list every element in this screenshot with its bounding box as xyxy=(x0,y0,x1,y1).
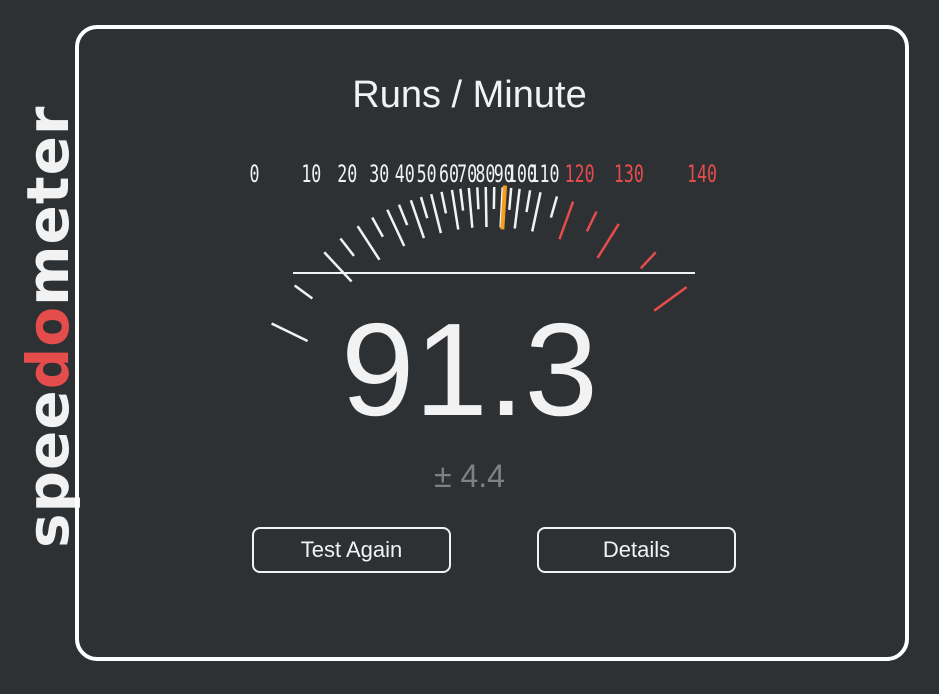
gauge-tick-label: 40 xyxy=(395,160,415,188)
gauge-minor-tick xyxy=(371,216,384,238)
gauge-major-tick xyxy=(596,223,620,259)
gauge-major-tick xyxy=(450,189,460,230)
gauge-tick-label: 120 xyxy=(565,160,595,188)
details-button[interactable]: Details xyxy=(537,527,736,573)
gauge-tick-label: 110 xyxy=(529,160,559,188)
gauge-tick-label: 60 xyxy=(439,160,459,188)
gauge-tick-label: 30 xyxy=(369,160,389,188)
gauge-minor-tick xyxy=(339,237,355,257)
gauge-tick-label: 50 xyxy=(417,160,437,188)
test-again-button[interactable]: Test Again xyxy=(252,527,451,573)
gauge-minor-tick xyxy=(639,251,657,270)
gauge-tick-label: 20 xyxy=(337,160,357,188)
gauge-minor-tick xyxy=(549,196,559,218)
gauge-tick-label: 80 xyxy=(475,160,495,188)
gauge-major-tick xyxy=(323,251,353,283)
gauge-major-tick xyxy=(356,225,381,261)
gauge-tick-label: 70 xyxy=(457,160,477,188)
gauge-major-tick xyxy=(409,199,426,239)
gauge-major-tick xyxy=(386,209,406,247)
gauge-tick-label: 10 xyxy=(301,160,321,188)
gauge-minor-tick xyxy=(525,190,532,213)
gauge-tick-label: 130 xyxy=(614,160,644,188)
gauge-major-tick xyxy=(467,187,474,228)
gauge-minor-tick xyxy=(419,196,429,219)
score-error-margin: ± 4.4 xyxy=(434,458,505,494)
score-value: 91.3 xyxy=(341,296,598,443)
gauge-minor-tick xyxy=(508,187,513,210)
gauge-needle xyxy=(500,185,508,230)
gauge-tick-label: 140 xyxy=(687,160,717,188)
gauge-major-tick xyxy=(558,201,575,240)
gauge-tick-label: 0 xyxy=(250,160,260,188)
gauge-minor-tick xyxy=(293,284,314,300)
gauge-major-tick xyxy=(530,192,542,232)
gauge-major-tick xyxy=(430,193,443,234)
gauge-major-tick xyxy=(484,187,488,228)
gauge-minor-tick xyxy=(440,191,448,214)
gauge-minor-tick xyxy=(397,204,409,226)
gauge-major-tick xyxy=(513,188,521,229)
gauge-minor-tick xyxy=(459,188,465,211)
gauge-minor-tick xyxy=(476,187,480,210)
divider-line xyxy=(293,272,695,274)
gauge-minor-tick xyxy=(585,211,598,232)
